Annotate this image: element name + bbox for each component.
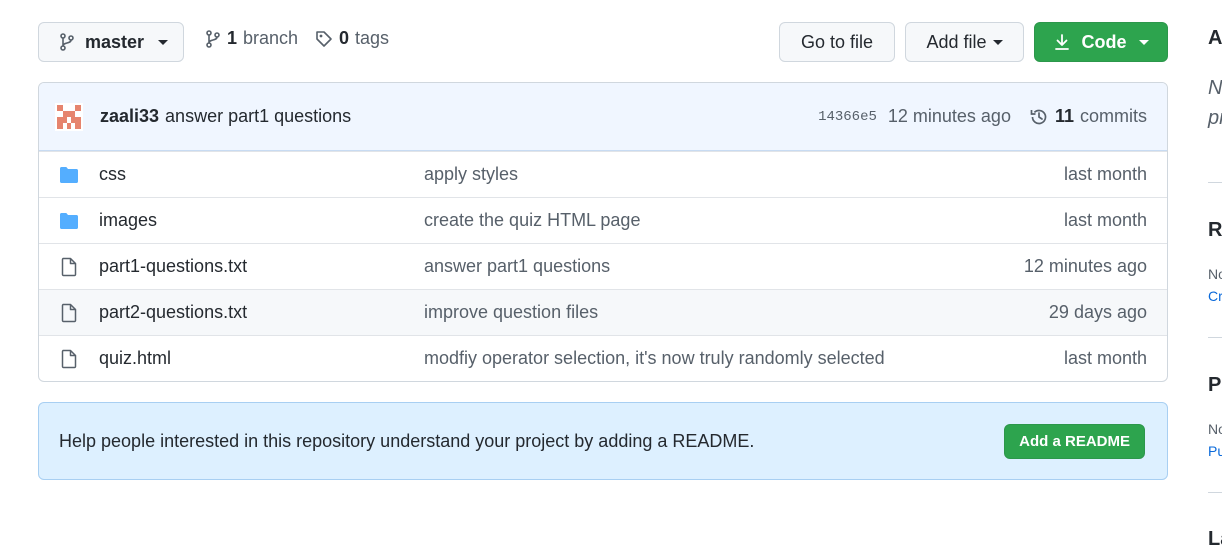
- tags-link[interactable]: 0 tags: [315, 28, 389, 49]
- branch-selector-button[interactable]: master: [38, 22, 184, 62]
- commits-label: commits: [1080, 106, 1147, 126]
- chevron-down-icon: [158, 39, 169, 45]
- history-icon: [1029, 107, 1049, 127]
- add-readme-banner: Help people interested in this repositor…: [38, 402, 1168, 480]
- divider: [1208, 182, 1222, 183]
- file-commit-message-link[interactable]: answer part1 questions: [424, 256, 610, 277]
- file-row-part1-questions[interactable]: part1-questions.txt answer part1 questio…: [39, 243, 1167, 289]
- git-branch-icon: [59, 33, 75, 51]
- avatar[interactable]: [55, 102, 83, 131]
- file-name-link[interactable]: images: [99, 210, 157, 231]
- file-row-quiz-html[interactable]: quiz.html modfiy operator selection, it'…: [39, 335, 1167, 381]
- go-to-file-label: Go to file: [800, 31, 874, 52]
- file-date: 29 days ago: [1048, 302, 1147, 322]
- commit-message-link[interactable]: answer part1 questions: [165, 106, 351, 127]
- branch-name: master: [85, 31, 145, 52]
- code-label: Code: [1081, 31, 1127, 52]
- commits-history-link[interactable]: 11 commits: [1029, 106, 1147, 127]
- file-date: last month: [1063, 164, 1147, 184]
- commit-time: 12 minutes ago: [887, 106, 1011, 126]
- divider: [1208, 337, 1222, 338]
- git-branch-icon: [205, 29, 221, 48]
- about-heading: A: [1208, 27, 1222, 49]
- file-row-css[interactable]: css apply styles last month: [39, 151, 1167, 197]
- file-icon: [59, 303, 79, 323]
- file-name-link[interactable]: part2-questions.txt: [99, 302, 247, 323]
- file-row-part2-questions[interactable]: part2-questions.txt improve question fil…: [39, 289, 1167, 335]
- folder-icon: [59, 211, 79, 231]
- branches-count: 1: [227, 28, 238, 48]
- chevron-down-icon: [1138, 39, 1149, 45]
- file-name-link[interactable]: css: [99, 164, 126, 185]
- commit-author-link[interactable]: zaali33: [100, 106, 159, 127]
- download-icon: [1054, 33, 1070, 51]
- file-browser: zaali33 answer part1 questions 14366e5 1…: [38, 82, 1168, 382]
- add-file-label: Add file: [926, 31, 987, 52]
- create-release-link[interactable]: Cr: [1208, 288, 1222, 304]
- file-date: 12 minutes ago: [1023, 256, 1147, 276]
- commits-count: 11: [1054, 106, 1074, 126]
- tags-label: tags: [355, 28, 390, 48]
- folder-icon: [59, 165, 79, 185]
- file-row-images[interactable]: images create the quiz HTML page last mo…: [39, 197, 1167, 243]
- latest-commit-bar: zaali33 answer part1 questions 14366e5 1…: [39, 83, 1167, 151]
- file-name-link[interactable]: part1-questions.txt: [99, 256, 247, 277]
- file-commit-message-link[interactable]: apply styles: [424, 164, 518, 185]
- file-date: last month: [1063, 210, 1147, 230]
- commit-sha-link[interactable]: 14366e5: [818, 109, 877, 125]
- packages-text: No: [1208, 421, 1222, 437]
- file-date: last month: [1063, 348, 1147, 368]
- code-button[interactable]: Code: [1034, 22, 1168, 62]
- about-description-line2: pr: [1208, 107, 1222, 129]
- publish-package-link[interactable]: Pu: [1208, 443, 1222, 459]
- file-icon: [59, 257, 79, 277]
- file-commit-message-link[interactable]: improve question files: [424, 302, 598, 323]
- branches-link[interactable]: 1 branch: [205, 28, 298, 49]
- go-to-file-button[interactable]: Go to file: [779, 22, 895, 62]
- releases-heading[interactable]: Re: [1208, 219, 1222, 242]
- file-name-link[interactable]: quiz.html: [99, 348, 171, 369]
- readme-banner-text: Help people interested in this repositor…: [59, 430, 755, 451]
- add-readme-button[interactable]: Add a README: [1004, 423, 1145, 459]
- releases-text: No: [1208, 266, 1222, 282]
- chevron-down-icon: [992, 39, 1003, 45]
- packages-heading[interactable]: Pa: [1208, 374, 1222, 397]
- file-icon: [59, 349, 79, 369]
- file-commit-message-link[interactable]: create the quiz HTML page: [424, 210, 640, 231]
- file-commit-message-link[interactable]: modfiy operator selection, it's now trul…: [424, 348, 885, 369]
- about-description: N: [1208, 77, 1222, 99]
- branches-label: branch: [243, 28, 299, 48]
- add-file-button[interactable]: Add file: [905, 22, 1024, 62]
- divider: [1208, 492, 1222, 493]
- tag-icon: [315, 30, 333, 48]
- tags-count: 0: [339, 28, 350, 48]
